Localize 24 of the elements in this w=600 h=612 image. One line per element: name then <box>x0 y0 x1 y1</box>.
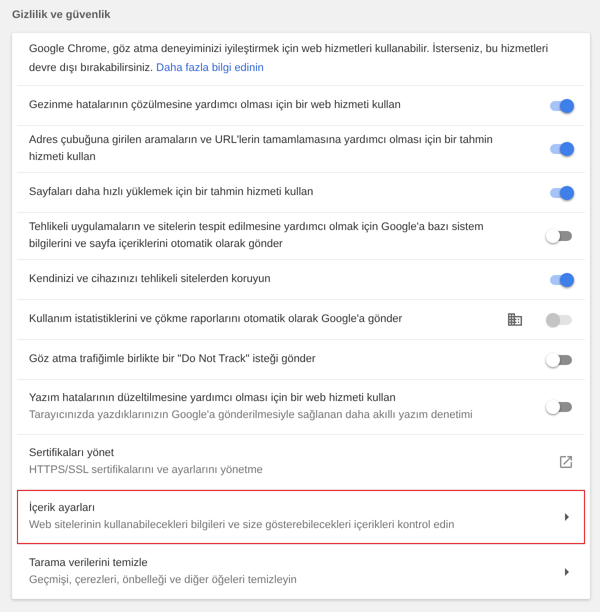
setting-label: Sertifikaları yönet <box>29 446 115 461</box>
setting-description: Geçmişi, çerezleri, önbelleği ve diğer öğeleri temizleyin <box>29 573 298 588</box>
setting-description: Tarayıcınızda yazdıklarınızın Google'a gönderilmesiyle sağlanan daha akıllı yazım denetimi <box>29 408 474 423</box>
intro-text: Google Chrome, göz atma deneyiminizi iyileştirmek için web hizmetleri kullanabilir. İsterseniz, bu hizmetleri devre dışı bırakabilirsiniz. Daha fazla bilgi edinin <box>28 42 550 76</box>
setting-description: Web sitelerinin kullanabilecekleri bilgileri ve size gösterebilecekleri içerikleri kontrol edin <box>29 518 456 533</box>
setting-label: Adres çubuğuna girilen aramaların ve URL'lerin tamamlamasına yardımcı olması için bir tahmin hizmeti kullan <box>29 133 494 165</box>
setting-label: Tehlikeli uygulamaların ve sitelerin tespit edilmesine yardımcı olmak için Google'a bazı sistem bilgilerini ve sayfa içeriklerini otomatik olarak gönder <box>29 220 485 252</box>
learn-more-link[interactable]: Daha fazla bilgi edinin <box>156 62 264 74</box>
setting-label: Sayfaları daha hızlı yüklemek için bir tahmin hizmeti kullan <box>29 185 314 200</box>
setting-label: Göz atma trafiğimle birlikte bir "Do Not Track" isteği gönder <box>29 352 317 367</box>
caret-right-icon[interactable] <box>565 513 569 521</box>
setting-label: Kendinizi ve cihazınızı tehlikeli sitelerden koruyun <box>29 272 272 287</box>
toggle-switch[interactable] <box>546 229 574 243</box>
caret-right-icon[interactable] <box>565 568 569 576</box>
setting-description: HTTPS/SSL sertifikalarını ve ayarlarını yönetme <box>29 463 264 478</box>
setting-label: İçerik ayarları <box>29 500 96 516</box>
toggle-switch[interactable] <box>546 400 574 414</box>
external-link-icon[interactable] <box>560 456 572 468</box>
setting-label: Kullanım istatistiklerini ve çökme raporlarını otomatik olarak Google'a gönder <box>29 312 404 327</box>
setting-label: Yazım hatalarının düzeltilmesine yardımcı olması için bir web hizmeti kullan <box>29 391 397 406</box>
setting-label: Gezinme hatalarının çözülmesine yardımcı olması için bir web hizmeti kullan <box>29 98 402 113</box>
toggle-switch[interactable] <box>546 352 574 366</box>
setting-label: Tarama verilerini temizle <box>29 556 149 571</box>
section-title: Gizlilik ve güvenlik <box>12 8 112 22</box>
